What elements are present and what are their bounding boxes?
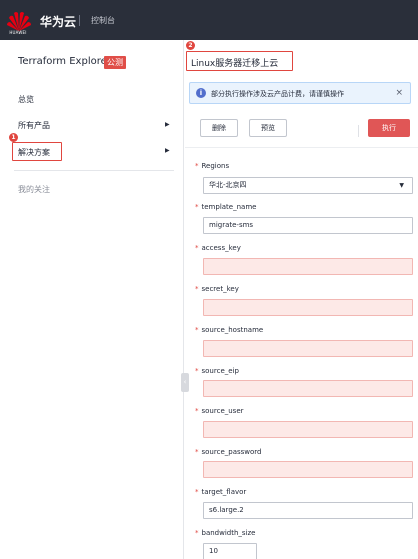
toolbar-separator [185, 147, 418, 148]
field-label-secret-key: * secret_key [195, 285, 239, 293]
field-label-bandwidth-size: * bandwidth_size [195, 529, 256, 537]
secret-key-input[interactable] [203, 299, 413, 316]
sidebar-item-overview[interactable]: 总览 [18, 94, 34, 105]
billing-info-banner: i 部分执行操作涉及云产品计费，请谨慎操作 × [189, 82, 411, 104]
top-navigation-bar: HUAWEI 华为云 控制台 [0, 0, 418, 40]
template-name-input[interactable]: migrate-sms [203, 217, 413, 234]
preview-button[interactable]: 预览 [249, 119, 287, 137]
field-label-target-flavor: * target_flavor [195, 488, 247, 496]
sidebar-divider [14, 170, 174, 171]
brand-name[interactable]: 华为云 [40, 13, 76, 30]
field-label-template-name: * template_name [195, 203, 257, 211]
header-divider [79, 15, 80, 26]
logo-text: HUAWEI [9, 30, 27, 35]
sidebar-item-all-products[interactable]: 所有产品 [18, 120, 50, 131]
main-content: 2 Linux服务器迁移上云 i 部分执行操作涉及云产品计费，请谨慎操作 × 删… [185, 40, 418, 559]
sidebar-item-solutions[interactable]: 解决方案 [18, 147, 50, 158]
field-label-source-hostname: * source_hostname [195, 326, 264, 334]
source-eip-input[interactable] [203, 380, 413, 397]
delete-button[interactable]: 删除 [200, 119, 238, 137]
sidebar-item-my-favorites[interactable]: 我的关注 [18, 184, 50, 195]
page-title: Linux服务器迁移上云 [191, 59, 279, 69]
field-label-source-user: * source_user [195, 407, 244, 415]
info-text: 部分执行操作涉及云产品计费，请谨慎操作 [211, 90, 344, 98]
step-marker-2: 2 [186, 41, 195, 50]
regions-select[interactable]: 华北-北京四 ▼ [203, 177, 413, 194]
source-password-input[interactable] [203, 461, 413, 478]
bandwidth-size-input[interactable]: 10 [203, 543, 257, 559]
info-icon: i [196, 88, 206, 98]
field-label-source-password: * source_password [195, 448, 262, 456]
console-link[interactable]: 控制台 [91, 15, 115, 26]
sidebar-title: Terraform Explorer [18, 56, 111, 67]
source-hostname-input[interactable] [203, 340, 413, 357]
chevron-down-icon[interactable]: ▼ [399, 178, 404, 193]
close-icon[interactable]: × [395, 88, 403, 98]
field-label-regions: * Regions [195, 162, 230, 170]
execute-button[interactable]: 执行 [368, 119, 410, 137]
access-key-input[interactable] [203, 258, 413, 275]
field-label-source-eip: * source_eip [195, 367, 239, 375]
chevron-right-icon[interactable]: ▶ [165, 147, 170, 154]
field-label-access-key: * access_key [195, 244, 241, 252]
source-user-input[interactable] [203, 421, 413, 438]
step-marker-1: 1 [9, 133, 18, 142]
target-flavor-input[interactable]: s6.large.2 [203, 502, 413, 519]
beta-badge: 公测 [104, 56, 126, 69]
toolbar-divider [358, 125, 359, 137]
chevron-right-icon[interactable]: ▶ [165, 121, 170, 128]
sidebar: Terraform Explorer 公测 总览 所有产品 ▶ 1 解决方案 ▶… [0, 40, 189, 559]
